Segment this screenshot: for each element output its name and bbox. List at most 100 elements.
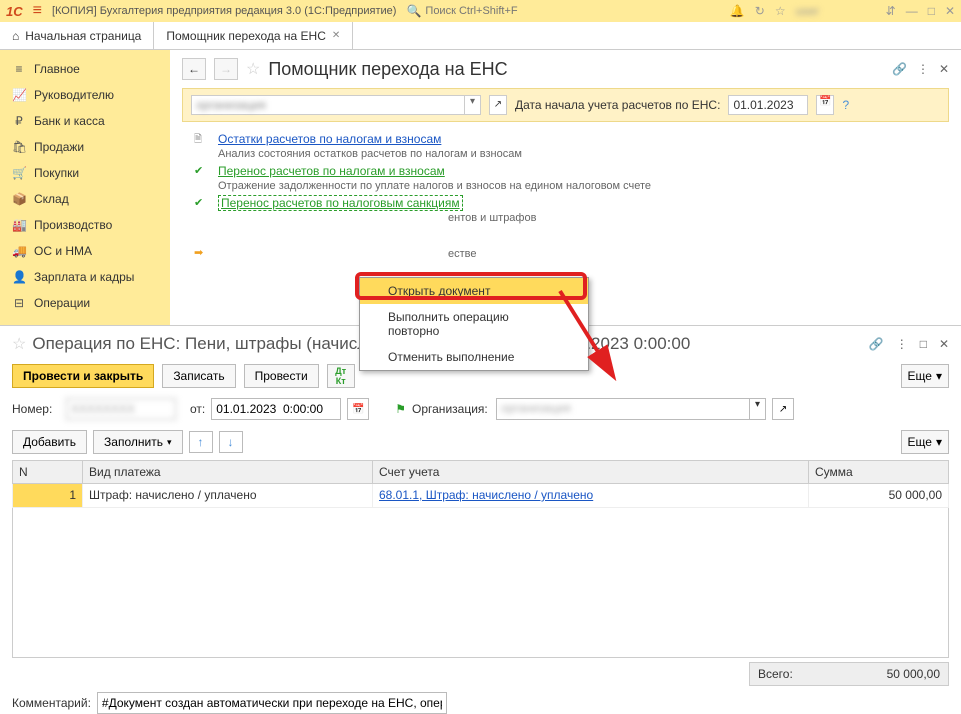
view-mode-icon[interactable]: ⇵ (886, 4, 896, 18)
app-topbar: 1C ≡ [КОПИЯ] Бухгалтерия предприятия ред… (0, 0, 961, 22)
window-icon[interactable]: □ (920, 337, 927, 351)
totals-value: 50 000,00 (887, 667, 940, 681)
open-external-icon[interactable]: ↗ (772, 398, 794, 420)
cell-account[interactable]: 68.01.1, Штраф: начислено / уплачено (373, 484, 809, 508)
tab-label: Помощник перехода на ЕНС (166, 29, 326, 43)
bell-icon[interactable]: 🔔 (730, 4, 745, 18)
step3-link[interactable]: Перенос расчетов по налоговым санкциям (218, 195, 463, 211)
sidebar-item-sales[interactable]: 🛍Продажи (0, 134, 170, 160)
help-icon[interactable]: ? (842, 98, 849, 112)
date-input[interactable]: 01.01.2023 (728, 95, 808, 115)
step1-link[interactable]: Остатки расчетов по налогам и взносам (218, 132, 441, 146)
sidebar-item-main[interactable]: ≡Главное (0, 56, 170, 82)
date-input[interactable] (211, 398, 341, 420)
move-up-button[interactable]: ↑ (189, 431, 213, 453)
sidebar-item-hr[interactable]: 👤Зарплата и кадры (0, 264, 170, 290)
col-sum[interactable]: Сумма (809, 461, 949, 484)
step4-desc: естве (218, 248, 949, 260)
col-n[interactable]: N (13, 461, 83, 484)
close-icon[interactable]: ✕ (939, 62, 949, 76)
document-form: ☆ Операция по ЕНС: Пени, штрафы (начисле… (0, 325, 961, 697)
tab-home[interactable]: ⌂ Начальная страница (0, 22, 154, 49)
arrow-right-icon: ➡ (194, 246, 208, 260)
fill-button[interactable]: Заполнить ▾ (93, 430, 182, 454)
chevron-down-icon[interactable]: ▾ (464, 96, 480, 114)
box-icon: 📦 (12, 192, 26, 206)
more-menu-icon[interactable]: ⋮ (896, 337, 908, 351)
calendar-icon[interactable]: 📅 (816, 95, 834, 115)
ctx-cancel-operation[interactable]: Отменить выполнение (360, 344, 588, 370)
number-label: Номер: (12, 402, 60, 416)
totals-row: Всего: 50 000,00 (12, 662, 949, 686)
app-title: [КОПИЯ] Бухгалтерия предприятия редакция… (52, 5, 396, 17)
org-label: Организация: (412, 402, 490, 416)
history-icon[interactable]: ↻ (755, 4, 765, 18)
close-icon[interactable]: ✕ (939, 337, 949, 351)
comment-input[interactable] (97, 692, 447, 714)
more-menu-icon[interactable]: ⋮ (917, 62, 929, 76)
add-button[interactable]: Добавить (12, 430, 87, 454)
list-icon: ≡ (12, 62, 26, 76)
post-button[interactable]: Провести (244, 364, 319, 388)
calendar-icon[interactable]: 📅 (347, 398, 369, 420)
from-label: от: (190, 402, 205, 416)
dt-kt-button[interactable]: ДтКт (327, 364, 355, 388)
sidebar-item-purchases[interactable]: 🛒Покупки (0, 160, 170, 186)
org-select[interactable]: организация ▾ (191, 95, 481, 115)
sidebar-item-assets[interactable]: 🚚ОС и НМА (0, 238, 170, 264)
bag-icon: 🛍 (12, 140, 26, 154)
sidebar-item-production[interactable]: 🏭Производство (0, 212, 170, 238)
search-input[interactable] (425, 5, 545, 17)
chevron-down-icon[interactable]: ▾ (749, 399, 765, 419)
col-type[interactable]: Вид платежа (83, 461, 373, 484)
maximize-icon[interactable]: □ (928, 4, 935, 18)
ctx-open-document[interactable]: Открыть документ (360, 278, 588, 304)
sidebar-item-manager[interactable]: 📈Руководителю (0, 82, 170, 108)
close-icon[interactable]: ✕ (945, 4, 955, 18)
col-account[interactable]: Счет учета (373, 461, 809, 484)
more-button[interactable]: Еще▾ (901, 364, 949, 388)
page-title: Помощник перехода на ЕНС (268, 59, 507, 80)
user-name[interactable]: user (796, 4, 876, 18)
move-down-button[interactable]: ↓ (219, 431, 243, 453)
cell-type[interactable]: Штраф: начислено / уплачено (83, 484, 373, 508)
link-icon[interactable]: 🔗 (869, 337, 884, 351)
post-and-close-button[interactable]: Провести и закрыть (12, 364, 154, 388)
global-search[interactable]: 🔍 (406, 4, 545, 18)
minimize-icon[interactable]: — (906, 4, 918, 18)
save-button[interactable]: Записать (162, 364, 235, 388)
favorite-icon[interactable]: ☆ (246, 59, 260, 79)
cell-sum[interactable]: 50 000,00 (809, 484, 949, 508)
sidebar-item-operations[interactable]: ⊟Операции (0, 290, 170, 316)
table-row[interactable]: 1 Штраф: начислено / уплачено 68.01.1, Ш… (13, 484, 949, 508)
step2-link[interactable]: Перенос расчетов по налогам и взносам (218, 164, 445, 178)
open-external-icon[interactable]: ↗ (489, 95, 507, 115)
cell-n[interactable]: 1 (13, 484, 83, 508)
totals-label: Всего: (758, 667, 793, 681)
number-input[interactable] (66, 398, 176, 420)
tab-assistant[interactable]: Помощник перехода на ЕНС ✕ (154, 22, 353, 49)
sidebar: ≡Главное 📈Руководителю ₽Банк и касса 🛍Пр… (0, 50, 170, 325)
content-area: ← → ☆ Помощник перехода на ЕНС 🔗 ⋮ ✕ орг… (170, 50, 961, 325)
org-filter-row: организация ▾ ↗ Дата начала учета расчет… (182, 88, 949, 122)
ctx-repeat-operation[interactable]: Выполнить операцию повторно (360, 304, 588, 344)
check-icon: ✔ (194, 164, 208, 192)
step2-desc: Отражение задолженности по уплате налого… (218, 180, 949, 192)
nav-forward-button[interactable]: → (214, 58, 238, 80)
main-menu-icon[interactable]: ≡ (33, 2, 42, 20)
logo-1c: 1C (6, 4, 23, 19)
more-button[interactable]: Еще▾ (901, 430, 949, 454)
link-icon[interactable]: 🔗 (892, 62, 907, 76)
sidebar-item-bank[interactable]: ₽Банк и касса (0, 108, 170, 134)
account-link[interactable]: 68.01.1, Штраф: начислено / уплачено (379, 488, 593, 502)
nav-back-button[interactable]: ← (182, 58, 206, 80)
factory-icon: 🏭 (12, 218, 26, 232)
flag-icon[interactable]: ⚑ (395, 402, 406, 416)
favorite-icon[interactable]: ☆ (12, 334, 26, 354)
entries-table[interactable]: N Вид платежа Счет учета Сумма 1 Штраф: … (12, 460, 949, 658)
org-select[interactable]: организация ▾ (496, 398, 766, 420)
star-icon[interactable]: ☆ (775, 4, 786, 18)
sidebar-item-warehouse[interactable]: 📦Склад (0, 186, 170, 212)
truck-icon: 🚚 (12, 244, 26, 258)
tab-close-icon[interactable]: ✕ (332, 30, 340, 41)
